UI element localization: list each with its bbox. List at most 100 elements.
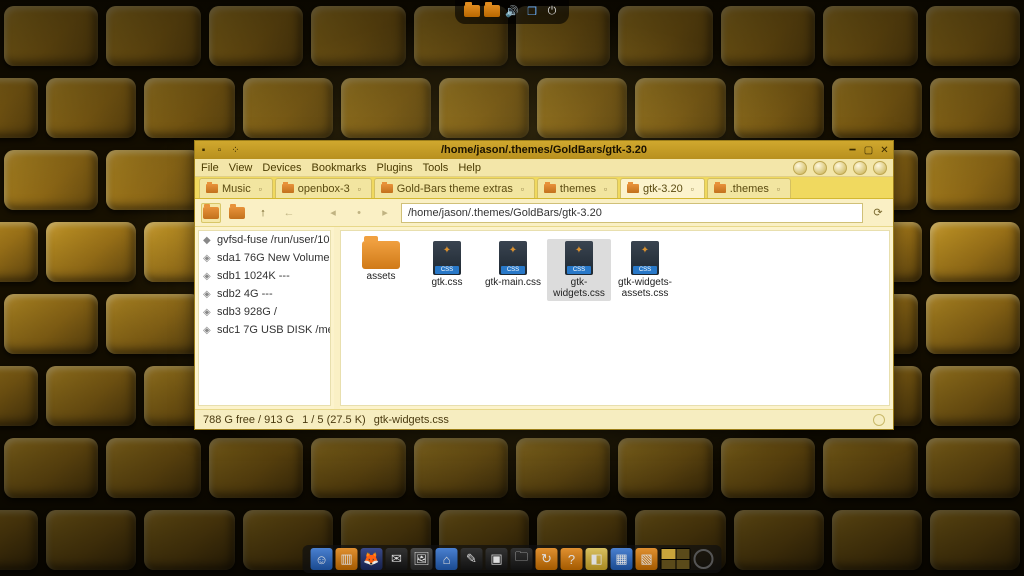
path-input[interactable]: /home/jason/.themes/GoldBars/gtk-3.20: [401, 203, 863, 223]
window-sticky-button[interactable]: ⁘: [229, 144, 242, 157]
dock-workspace-pager[interactable]: [661, 548, 691, 570]
css-file-icon: [565, 241, 593, 275]
tab-label: Gold-Bars theme extras: [397, 183, 513, 195]
dock-accessibility-icon[interactable]: ☺: [311, 548, 333, 570]
menu-file[interactable]: File: [201, 162, 219, 174]
device-item[interactable]: ◈ sdb1 1024K ---: [199, 267, 330, 285]
tab-gtk320[interactable]: gtk-3.20 ▫: [620, 178, 705, 198]
tab-close-icon[interactable]: ▫: [517, 183, 528, 194]
menu-tools[interactable]: Tools: [423, 162, 449, 174]
dock-folder-icon[interactable]: 🗀: [511, 548, 533, 570]
file-item-css-selected[interactable]: gtk-widgets.css: [547, 239, 611, 301]
file-label: gtk.css: [431, 277, 462, 288]
file-item-css[interactable]: gtk-widgets-assets.css: [613, 239, 677, 301]
status-filename: gtk-widgets.css: [374, 414, 449, 426]
tab-close-icon[interactable]: ▫: [773, 183, 784, 194]
dock-help-icon[interactable]: ?: [561, 548, 583, 570]
device-label: sdb3 928G /: [217, 306, 277, 318]
toolbar-action-icon-3[interactable]: [853, 161, 867, 175]
home-button[interactable]: [227, 203, 247, 223]
toolbar-open-icon[interactable]: [793, 161, 807, 175]
dock-editor-icon[interactable]: ✎: [461, 548, 483, 570]
statusbar: 788 G free / 913 G 1 / 5 (27.5 K) gtk-wi…: [195, 409, 893, 429]
disk-icon: ◈: [203, 253, 213, 263]
tab-music[interactable]: Music ▫: [199, 178, 273, 198]
device-item[interactable]: ◈ sdb3 928G /: [199, 303, 330, 321]
tab-close-icon[interactable]: ▫: [354, 183, 365, 194]
folder-icon: [282, 184, 294, 193]
device-item[interactable]: ◈ sda1 76G New Volume ---: [199, 249, 330, 267]
css-file-icon: [631, 241, 659, 275]
device-label: sdc1 7G USB DISK /media/U: [217, 324, 330, 336]
file-item-css[interactable]: gtk-main.css: [481, 239, 545, 301]
menu-bookmarks[interactable]: Bookmarks: [312, 162, 367, 174]
file-area[interactable]: assets gtk.css gtk-main.css gtk-widgets.…: [340, 230, 890, 406]
tab-close-icon[interactable]: ▫: [255, 183, 266, 194]
file-item-css[interactable]: gtk.css: [415, 239, 479, 301]
folder-icon: [544, 184, 556, 193]
up-button[interactable]: ↑: [253, 203, 273, 223]
history-point-icon: •: [349, 203, 369, 223]
device-label: sdb1 1024K ---: [217, 270, 290, 282]
file-item-folder[interactable]: assets: [349, 239, 413, 301]
panel-folder-icon-2[interactable]: [483, 2, 501, 20]
tab-openbox3[interactable]: openbox-3 ▫: [275, 178, 372, 198]
dock-mail-icon[interactable]: ✉: [386, 548, 408, 570]
new-tab-button[interactable]: [201, 203, 221, 223]
dock-updates-icon[interactable]: ↻: [536, 548, 558, 570]
volume-icon[interactable]: 🔊: [503, 2, 521, 20]
disk-icon: ◈: [203, 271, 213, 281]
dock-terminal-icon[interactable]: ▣: [486, 548, 508, 570]
folder-icon: [627, 184, 639, 193]
device-label: sda1 76G New Volume ---: [217, 252, 330, 264]
dock-power-icon[interactable]: [694, 549, 714, 569]
menu-view[interactable]: View: [229, 162, 253, 174]
mount-icon: ◆: [203, 235, 213, 245]
dock: ☺ ▥ 🦊 ✉ 🖼 ⌂ ✎ ▣ 🗀 ↻ ? ◧ ▦ ▧: [303, 545, 722, 573]
tab-label: Music: [222, 183, 251, 195]
usb-icon: ◈: [203, 325, 213, 335]
menu-devices[interactable]: Devices: [262, 162, 301, 174]
tab-themes[interactable]: themes ▫: [537, 178, 618, 198]
cube-applet-icon[interactable]: ❒: [523, 2, 541, 20]
window-menu-button[interactable]: ▪: [197, 144, 210, 157]
dock-session-icon[interactable]: ◧: [586, 548, 608, 570]
folder-icon: [206, 184, 218, 193]
disk-icon: ◈: [203, 307, 213, 317]
device-item[interactable]: ◈ sdc1 7G USB DISK /media/U: [199, 321, 330, 339]
toolbar-action-icon-1[interactable]: [813, 161, 827, 175]
dock-themes-icon[interactable]: ▦: [611, 548, 633, 570]
device-item[interactable]: ◆gvfsd-fuse /run/user/1000/g: [199, 231, 330, 249]
close-button[interactable]: ✕: [878, 144, 891, 157]
tab-close-icon[interactable]: ▫: [687, 183, 698, 194]
back-button[interactable]: ←: [279, 203, 299, 223]
history-back-button[interactable]: ◂: [323, 203, 343, 223]
toolbar-action-icon-4[interactable]: [873, 161, 887, 175]
tab-label: themes: [560, 183, 596, 195]
toolbar: ↑ ← ◂ • ▸ /home/jason/.themes/GoldBars/g…: [195, 199, 893, 227]
dock-files-icon[interactable]: ▥: [336, 548, 358, 570]
power-icon[interactable]: ⏻: [543, 2, 561, 20]
menu-plugins[interactable]: Plugins: [377, 162, 413, 174]
dock-home-icon[interactable]: ⌂: [436, 548, 458, 570]
panel-folder-icon[interactable]: [463, 2, 481, 20]
tab-goldbars-extras[interactable]: Gold-Bars theme extras ▫: [374, 178, 535, 198]
tab-dotthemes[interactable]: .themes ▫: [707, 178, 791, 198]
menu-help[interactable]: Help: [458, 162, 481, 174]
dock-appearance-icon[interactable]: ▧: [636, 548, 658, 570]
folder-icon: [714, 184, 726, 193]
maximize-button[interactable]: ▢: [862, 144, 875, 157]
window-shade-button[interactable]: ▫: [213, 144, 226, 157]
tab-label: .themes: [730, 183, 769, 195]
dock-firefox-icon[interactable]: 🦊: [361, 548, 383, 570]
file-label: gtk-widgets-assets.css: [615, 277, 675, 299]
tab-close-icon[interactable]: ▫: [600, 183, 611, 194]
history-forward-button[interactable]: ▸: [375, 203, 395, 223]
minimize-button[interactable]: ━: [846, 144, 859, 157]
titlebar[interactable]: ▪ ▫ ⁘ /home/jason/.themes/GoldBars/gtk-3…: [195, 141, 893, 159]
dock-imaging-icon[interactable]: 🖼: [411, 548, 433, 570]
toolbar-action-icon-2[interactable]: [833, 161, 847, 175]
device-item[interactable]: ◈sdb2 4G ---: [199, 285, 330, 303]
disk-icon: ◈: [203, 289, 213, 299]
reload-button[interactable]: ⟳: [869, 204, 887, 222]
